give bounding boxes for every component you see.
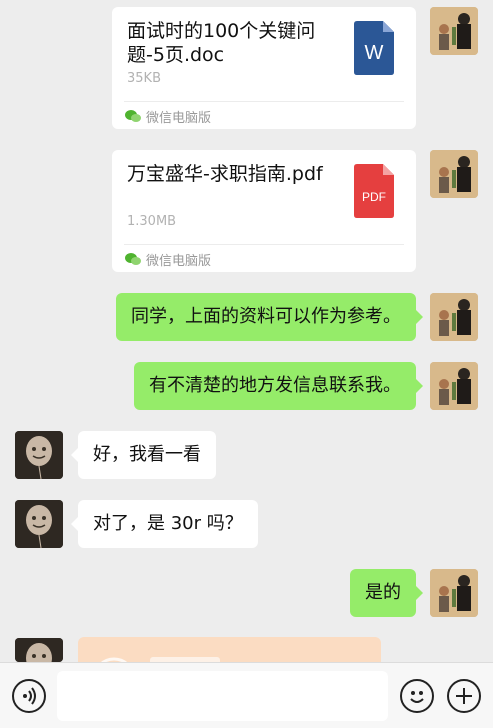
avatar-image: [430, 569, 478, 617]
bubble-tail: [71, 448, 78, 462]
bubble-tail: [416, 310, 423, 324]
divider: [124, 244, 404, 245]
my-avatar[interactable]: [430, 569, 478, 617]
chat-input-bar: [0, 662, 493, 728]
message-input[interactable]: [57, 671, 388, 721]
received-message-bubble[interactable]: 对了，是 30r 吗？: [78, 500, 258, 548]
my-avatar[interactable]: [430, 7, 478, 55]
voice-icon[interactable]: [12, 679, 46, 713]
avatar-image: [430, 7, 478, 55]
word-file-icon: W: [354, 21, 394, 75]
my-avatar[interactable]: [430, 293, 478, 341]
smiley-glyph: [410, 691, 424, 703]
sent-message-bubble[interactable]: 同学，上面的资料可以作为参考。: [116, 293, 416, 341]
file-source-label: 微信电脑版: [146, 111, 212, 126]
contact-avatar[interactable]: [15, 431, 63, 479]
file-size: 1.30MB: [127, 214, 177, 229]
pdf-file-icon: PDF: [354, 164, 394, 218]
avatar-image: [430, 293, 478, 341]
balloon-avatar-image: [15, 638, 63, 662]
word-icon-label: W: [365, 42, 384, 64]
received-message-bubble[interactable]: 好，我看一看: [78, 431, 216, 479]
sent-message-bubble[interactable]: 是的: [350, 569, 416, 617]
avatar-image: [430, 362, 478, 410]
plus-glyph: [456, 688, 472, 704]
contact-avatar[interactable]: [15, 638, 63, 662]
balloon-avatar-image: [15, 431, 63, 479]
wechat-logo-icon: [125, 110, 141, 122]
avatar-image: [430, 150, 478, 198]
my-avatar[interactable]: [430, 362, 478, 410]
divider: [124, 101, 404, 102]
bubble-tail: [416, 379, 423, 393]
voice-wave-glyph: [23, 687, 36, 705]
pdf-icon-label: PDF: [362, 190, 386, 204]
sent-message-bubble[interactable]: 有不清楚的地方发信息联系我。: [134, 362, 416, 410]
bubble-tail: [416, 586, 423, 600]
file-source-label: 微信电脑版: [146, 254, 212, 269]
contact-avatar[interactable]: [15, 500, 63, 548]
file-name: 万宝盛华-求职指南.pdf: [127, 163, 323, 185]
bubble-tail: [71, 517, 78, 531]
file-name: 面试时的100个关键问题-5页.doc: [127, 20, 316, 66]
file-message-card[interactable]: 面试时的100个关键问题-5页.doc 35KB W 微信电脑版: [112, 7, 416, 129]
wechat-logo-icon: [125, 253, 141, 265]
file-size: 35KB: [127, 71, 161, 86]
file-message-card[interactable]: 万宝盛华-求职指南.pdf 1.30MB PDF 微信电脑版: [112, 150, 416, 272]
plus-icon[interactable]: [447, 679, 481, 713]
my-avatar[interactable]: [430, 150, 478, 198]
balloon-avatar-image: [15, 500, 63, 548]
emoji-icon[interactable]: [400, 679, 434, 713]
